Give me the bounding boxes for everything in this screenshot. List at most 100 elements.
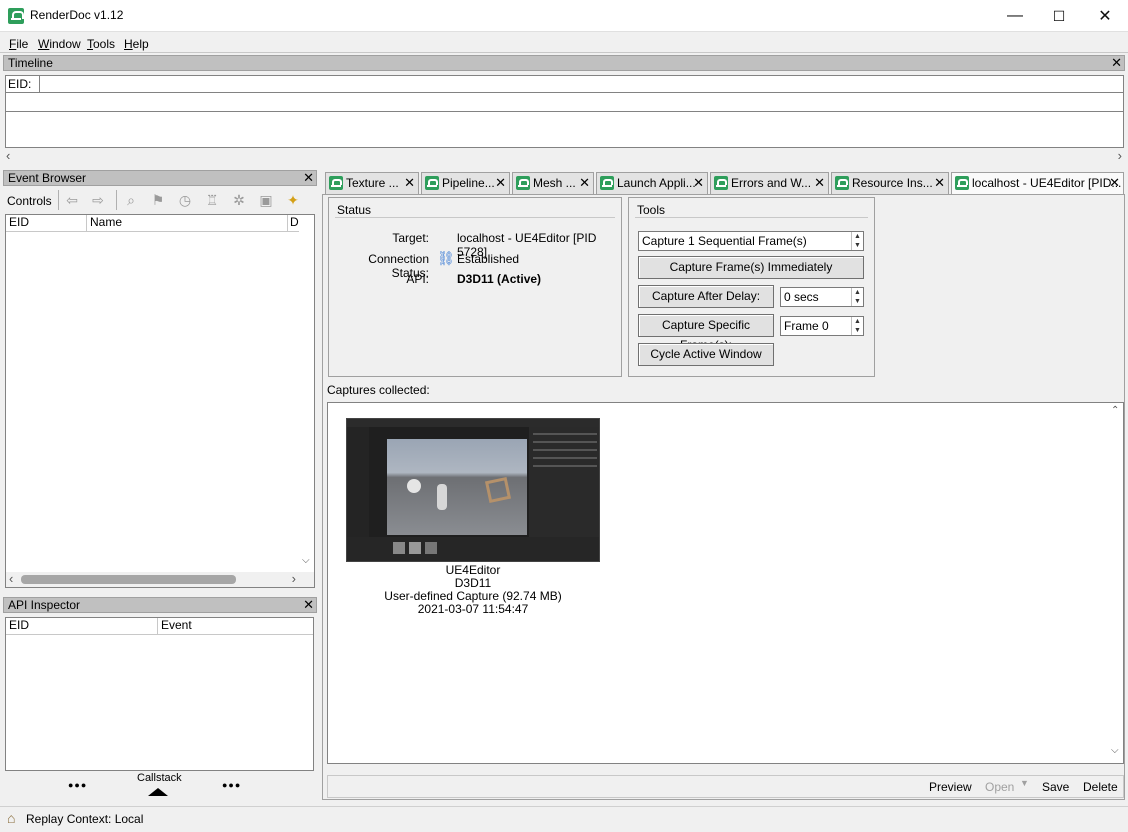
event-list-vscrollbar[interactable]: ⌵ <box>299 215 314 573</box>
tab-label: Resource Ins... <box>852 176 933 190</box>
scroll-left-icon[interactable]: ‹ <box>6 148 10 163</box>
tab-texture-viewer[interactable]: Texture ... ✕ <box>325 172 419 194</box>
expand-right-dots-icon[interactable]: ●●● <box>222 780 241 790</box>
maximize-button[interactable]: ☐ <box>1036 0 1082 32</box>
menu-help[interactable]: Help <box>124 37 149 51</box>
tab-mesh-viewer[interactable]: Mesh ... ✕ <box>512 172 594 194</box>
spin-up-icon[interactable]: ▲ <box>852 232 863 241</box>
tab-launch-application[interactable]: Launch Appli... ✕ <box>596 172 708 194</box>
cycle-active-window-button[interactable]: Cycle Active Window <box>638 343 774 366</box>
close-tab-icon[interactable]: ✕ <box>814 173 825 193</box>
settings-gear-icon[interactable]: ✲ <box>229 192 249 210</box>
back-arrow-icon[interactable]: ⇦ <box>62 192 82 210</box>
puzzle-extension-icon[interactable]: ✦ <box>283 192 303 210</box>
tab-errors-warnings[interactable]: Errors and W... ✕ <box>710 172 829 194</box>
tab-label: Errors and W... <box>731 176 812 190</box>
scroll-right-icon[interactable]: › <box>292 571 296 586</box>
save-button[interactable]: Save <box>1042 780 1069 794</box>
timeline-area[interactable]: EID: <box>5 75 1124 148</box>
api-inspector-close-icon[interactable]: ✕ <box>303 597 314 613</box>
delay-spinbox[interactable]: 0 secs ▲ ▼ <box>780 287 864 307</box>
toolbar-divider <box>116 190 117 210</box>
column-event[interactable]: Event <box>158 618 313 634</box>
api-event-list[interactable]: EID Event <box>5 617 314 771</box>
delete-button[interactable]: Delete <box>1083 780 1118 794</box>
event-list[interactable]: EID Name Du ⌵ ‹ › <box>5 214 315 588</box>
open-button[interactable]: Open <box>985 780 1014 794</box>
timer-clock-icon[interactable]: ◷ <box>175 192 195 210</box>
find-binoculars-icon[interactable]: ⌕ <box>121 192 141 210</box>
bookmark-flag-icon[interactable]: ⚑ <box>148 192 168 210</box>
preview-button[interactable]: Preview <box>929 780 972 794</box>
replay-context-label[interactable]: Replay Context: Local <box>26 812 143 826</box>
menu-tools[interactable]: Tools <box>87 37 115 51</box>
spin-up-icon[interactable]: ▲ <box>852 288 863 297</box>
header-divider <box>6 231 300 232</box>
scroll-down-icon[interactable]: ⌵ <box>1111 745 1119 756</box>
capture-thumbnail[interactable] <box>346 418 600 562</box>
save-disk-icon[interactable]: ▣ <box>256 192 276 210</box>
column-eid[interactable]: EID <box>6 215 87 231</box>
group-divider <box>635 217 868 218</box>
thumbnail-asset <box>425 542 437 554</box>
hscroll-thumb[interactable] <box>21 575 236 584</box>
menu-window[interactable]: Window <box>38 37 81 51</box>
column-eid[interactable]: EID <box>6 618 158 634</box>
tab-live-capture[interactable]: localhost - UE4Editor [PID... ✕ <box>951 172 1124 195</box>
timeline-close-icon[interactable]: ✕ <box>1111 55 1122 71</box>
captures-collected-label: Captures collected: <box>327 383 430 397</box>
spin-down-icon[interactable]: ▼ <box>852 326 863 335</box>
timeline-title-bar: Timeline ✕ <box>3 55 1125 71</box>
scroll-down-icon[interactable]: ⌵ <box>302 555 310 566</box>
target-label: Target: <box>392 231 429 245</box>
header-divider <box>6 634 313 635</box>
close-tab-icon[interactable]: ✕ <box>579 173 590 193</box>
event-list-hscrollbar[interactable]: ‹ › <box>6 571 314 587</box>
scroll-left-icon[interactable]: ‹ <box>9 571 13 586</box>
tab-label: Texture ... <box>346 176 399 190</box>
capture-info: UE4Editor D3D11 User-defined Capture (92… <box>346 564 600 616</box>
captures-list[interactable]: ⌃ ⌵ UE4Editor D3D11 User-defined Capture… <box>327 402 1124 764</box>
column-name[interactable]: Name <box>87 215 288 231</box>
tab-label: localhost - UE4Editor [PID... <box>972 176 1122 190</box>
tab-label: Pipeline... <box>442 176 495 190</box>
tab-resource-inspector[interactable]: Resource Ins... ✕ <box>831 172 949 194</box>
open-dropdown-icon[interactable]: ▼ <box>1020 778 1029 788</box>
tree-hierarchy-icon[interactable]: ♖ <box>202 192 222 210</box>
thumbnail-toolbar <box>347 419 599 427</box>
spin-down-icon[interactable]: ▼ <box>852 297 863 306</box>
close-tab-icon[interactable]: ✕ <box>495 173 506 193</box>
spin-arrows[interactable]: ▲ ▼ <box>851 288 863 306</box>
capture-specific-frames-button[interactable]: Capture Specific Frame(s): <box>638 314 774 352</box>
close-tab-icon[interactable]: ✕ <box>1109 173 1120 193</box>
callstack-expand-icon[interactable] <box>148 788 168 796</box>
spin-arrows[interactable]: ▲ ▼ <box>851 317 863 335</box>
callstack-label[interactable]: Callstack <box>137 772 182 784</box>
thumbnail-character <box>437 484 447 510</box>
minimize-button[interactable]: — <box>992 0 1038 32</box>
window-title: RenderDoc v1.12 <box>30 8 124 22</box>
capture-after-delay-button[interactable]: Capture After Delay: <box>638 285 774 308</box>
close-window-button[interactable]: ✕ <box>1082 0 1128 32</box>
forward-arrow-icon[interactable]: ⇨ <box>88 192 108 210</box>
event-browser-title: Event Browser <box>8 171 87 185</box>
spin-arrows[interactable]: ▲ ▼ <box>851 232 863 250</box>
scroll-right-icon[interactable]: › <box>1118 148 1122 163</box>
spin-up-icon[interactable]: ▲ <box>852 317 863 326</box>
scroll-up-icon[interactable]: ⌃ <box>1111 405 1119 416</box>
capture-immediately-button[interactable]: Capture Frame(s) Immediately <box>638 256 864 279</box>
capture-count-spinbox[interactable]: Capture 1 Sequential Frame(s) ▲ ▼ <box>638 231 864 251</box>
close-tab-icon[interactable]: ✕ <box>693 173 704 193</box>
event-browser-close-icon[interactable]: ✕ <box>303 170 314 186</box>
close-tab-icon[interactable]: ✕ <box>934 173 945 193</box>
timeline-scrollbar[interactable]: ‹ › <box>3 148 1125 164</box>
thumbnail-content-browser <box>347 537 599 561</box>
tab-pipeline-state[interactable]: Pipeline... ✕ <box>421 172 510 194</box>
close-tab-icon[interactable]: ✕ <box>404 173 415 193</box>
captures-vscrollbar[interactable]: ⌃ ⌵ <box>1108 403 1123 763</box>
spin-down-icon[interactable]: ▼ <box>852 241 863 250</box>
menu-file[interactable]: File <box>9 37 28 51</box>
thumbnail-details-panel <box>529 427 599 537</box>
frame-spinbox[interactable]: Frame 0 ▲ ▼ <box>780 316 864 336</box>
expand-left-dots-icon[interactable]: ●●● <box>68 780 87 790</box>
